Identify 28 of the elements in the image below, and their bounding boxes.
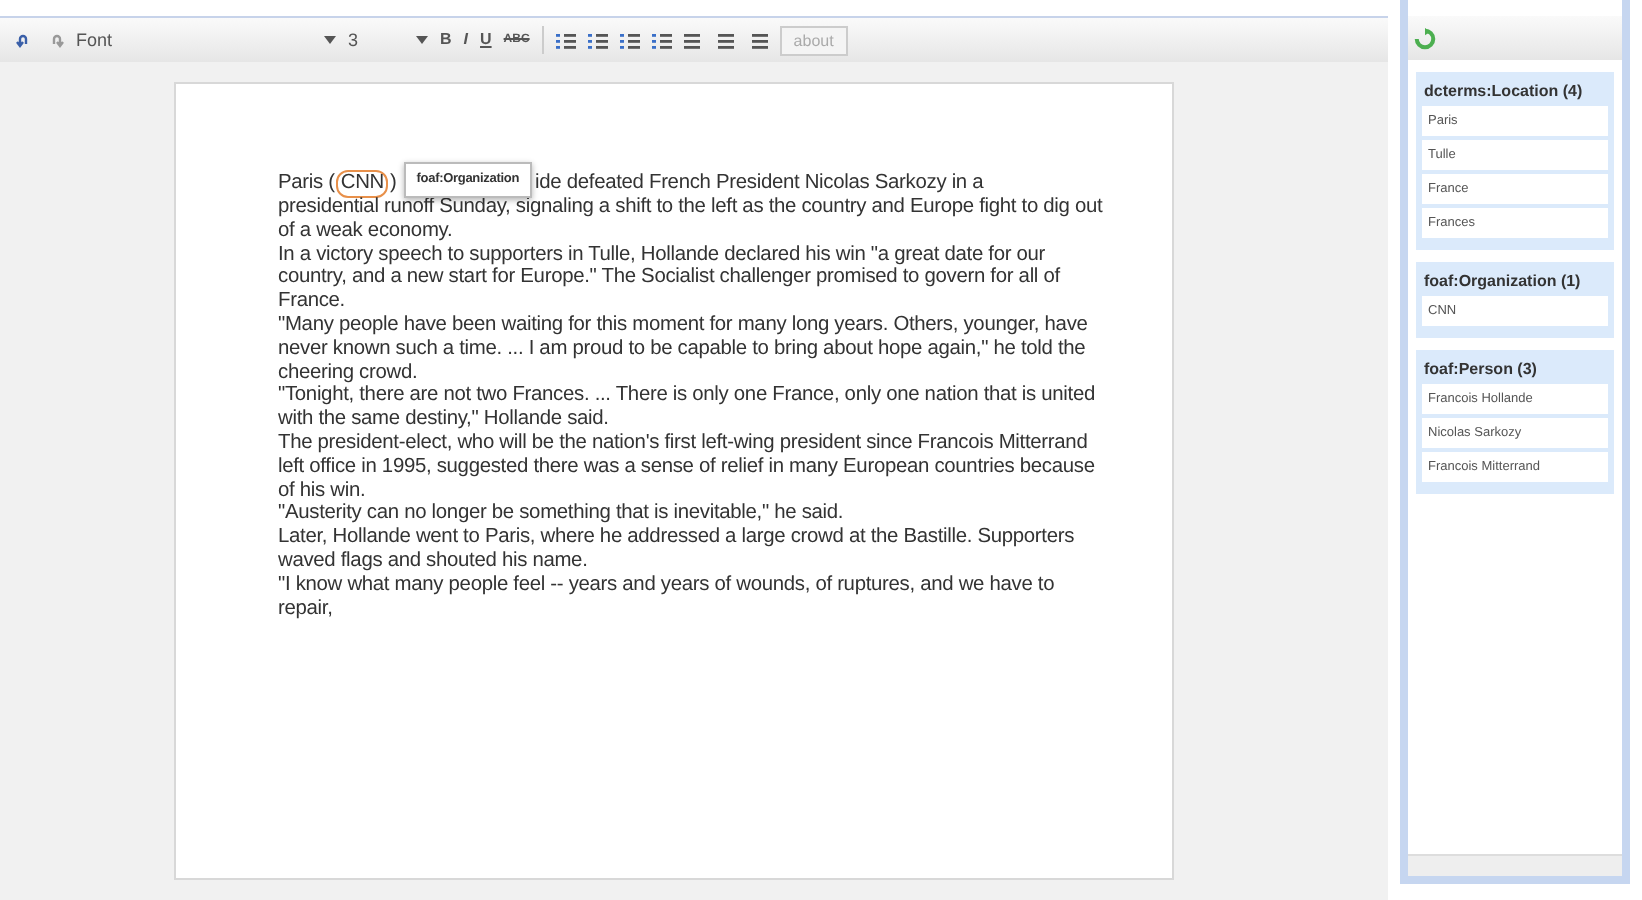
- entity-highlight[interactable]: CNN: [336, 170, 389, 198]
- paragraph: "Austerity can no longer be something that is inevitable," he said.: [278, 502, 846, 527]
- align-center-icon[interactable]: [715, 31, 736, 49]
- paragraph: The president-elect, who will be the nation's first left-wing president since Francois Mitterrand left office in 1995, suggested there was a sense of relief in many European countries because of his win.: [278, 431, 1097, 503]
- align-left-icon[interactable]: [683, 31, 704, 49]
- group-title: foaf:Organization (1): [1422, 270, 1583, 292]
- size-dropdown[interactable]: 3: [348, 30, 428, 50]
- caret-icon: [324, 36, 336, 44]
- paragraph: Later, Hollande went to Paris, where he addressed a large crowd at the Bastille. Supporters waved flags and shouted his name.: [278, 526, 1077, 574]
- bold-button[interactable]: B: [440, 32, 452, 48]
- paragraph: presidential runoff Sunday, signaling a shift to the left as the country and Europe fight to dig out of a weak economy.: [278, 196, 1104, 244]
- group-title: dcterms:Location (4): [1422, 80, 1585, 102]
- paragraph: "Tonight, there are not two Frances. ... There is only one France, only one nation that is united with the same destiny," Hollande said.: [278, 384, 1098, 432]
- italic-button[interactable]: I: [463, 32, 469, 48]
- refresh-icon[interactable]: [1414, 27, 1436, 49]
- underline-button[interactable]: U: [480, 32, 492, 48]
- text: ): [390, 172, 397, 196]
- paragraph: In a victory speech to supporters in Tulle, Hollande declared his win "a great date for our country, and a new start for Europe." The Socialist challenger promised to govern for all of France.: [278, 243, 1062, 314]
- text: Paris (: [278, 172, 335, 196]
- align-right-icon[interactable]: [747, 31, 768, 49]
- caret-icon: [416, 36, 428, 44]
- font-dropdown[interactable]: Font: [76, 30, 336, 50]
- text: ide defeated French President Nicolas Sarkozy in a: [535, 172, 984, 196]
- group-title: foaf:Person (3): [1422, 358, 1539, 380]
- numbered-list-icon[interactable]: [555, 31, 576, 49]
- paragraph: "I know what many people feel -- years and years of wounds, of ruptures, and we have to repair,: [278, 573, 1057, 621]
- bullet-list-icon[interactable]: [587, 31, 608, 49]
- paragraph: "Many people have been waiting for this moment for many long years. Others, younger, have never known such a time. ... I am proud to be capable to bring about hope again," he told the cheering crowd.: [278, 313, 1090, 385]
